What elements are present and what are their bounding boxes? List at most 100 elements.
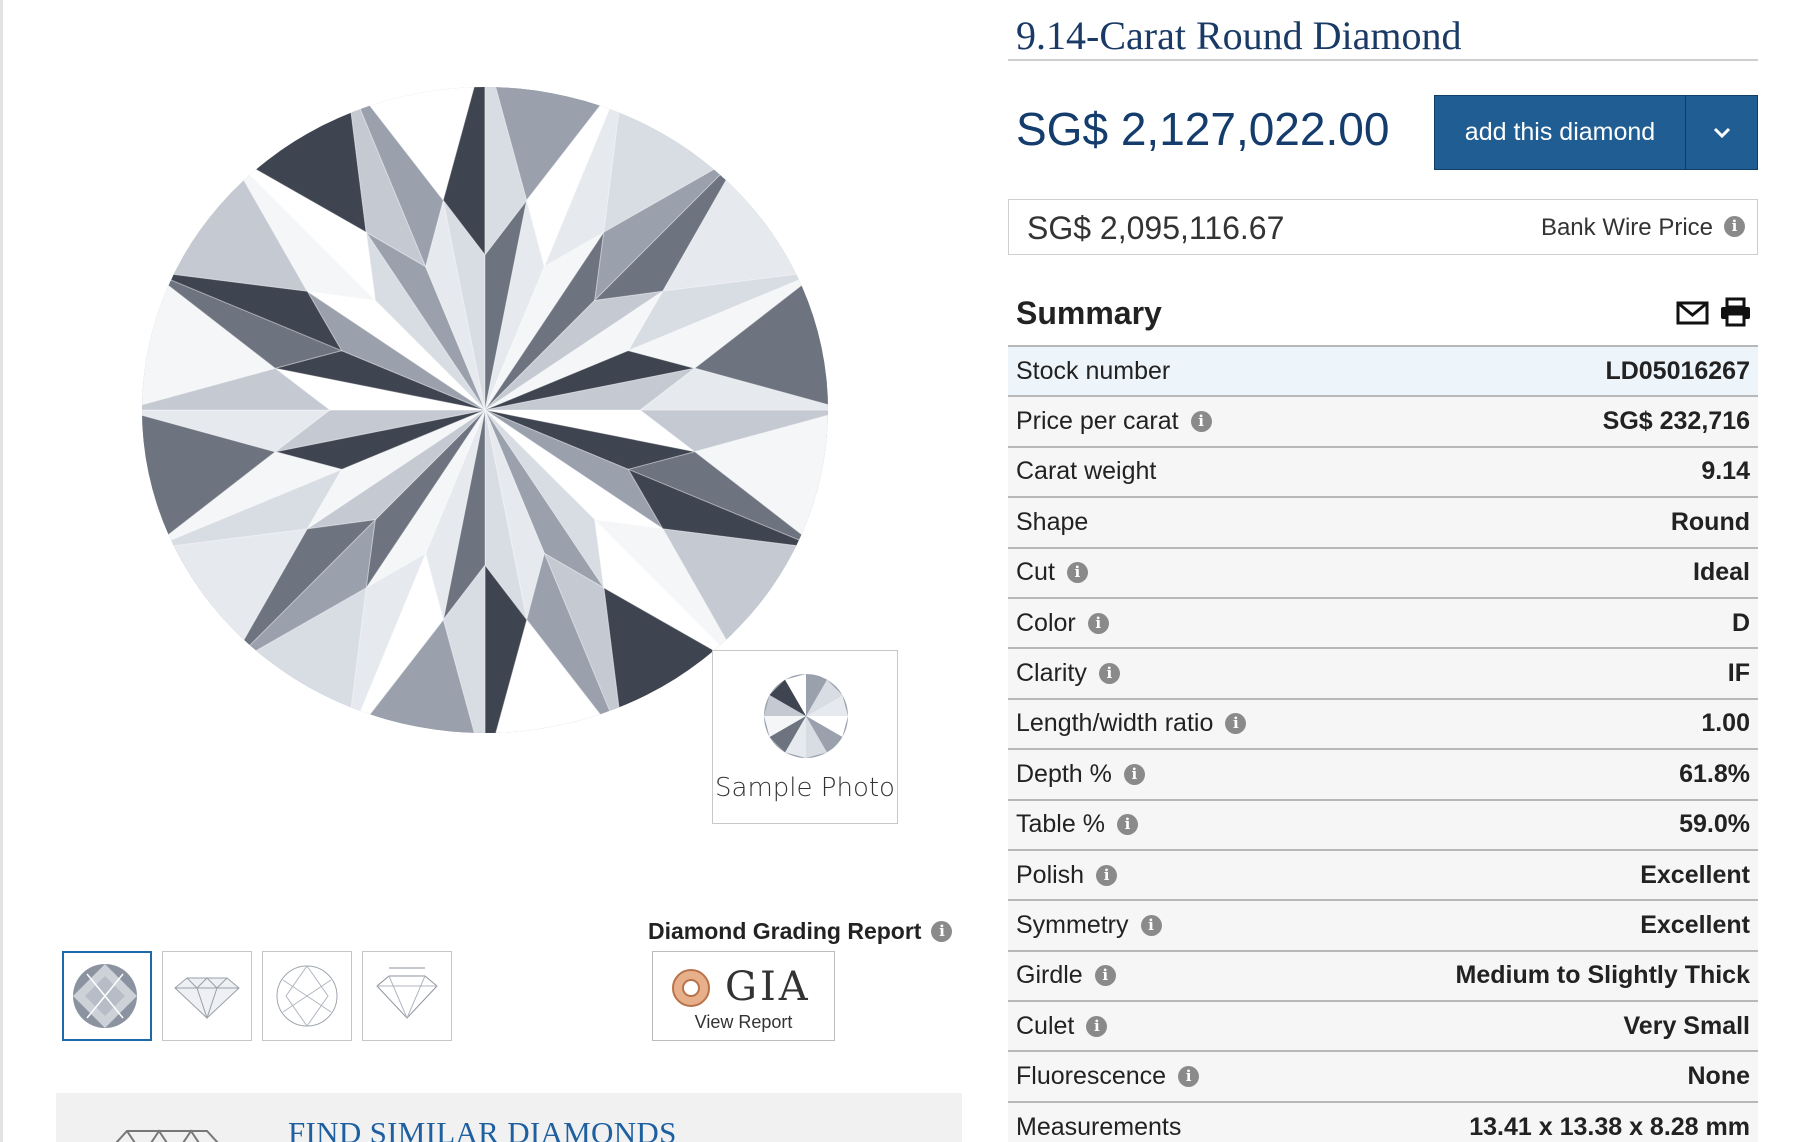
product-title: 9.14-Carat Round Diamond: [1016, 13, 1462, 58]
row-label: Table % i: [1016, 810, 1138, 839]
info-icon[interactable]: i: [1190, 411, 1212, 433]
row-value: IF: [1727, 659, 1750, 688]
info-icon[interactable]: i: [1094, 965, 1116, 987]
grading-report-title: Diamond Grading Report: [648, 918, 922, 944]
add-this-diamond-button[interactable]: add this diamond: [1435, 96, 1685, 169]
table-row: Measurements 13.41 x 13.38 x 8.28 mm: [1008, 1102, 1758, 1142]
summary-tools: [1676, 297, 1752, 327]
row-label: Color i: [1016, 609, 1109, 638]
row-label: Length/width ratio i: [1016, 709, 1247, 738]
row-label-text: Polish: [1016, 860, 1085, 889]
row-value: SG$ 232,716: [1602, 407, 1750, 436]
diamond-outline-icon: [115, 1129, 219, 1142]
print-icon[interactable]: [1719, 297, 1752, 327]
info-icon[interactable]: i: [1178, 1066, 1200, 1088]
info-icon[interactable]: i: [1225, 713, 1247, 735]
row-label: Stock number: [1016, 357, 1170, 386]
thumbnail-top-diagram[interactable]: [262, 951, 352, 1041]
email-icon[interactable]: [1676, 297, 1709, 327]
row-label-text: Symmetry: [1016, 910, 1129, 939]
diamond-top-diagram-icon: [276, 965, 338, 1027]
find-similar-link[interactable]: FIND SIMILAR DIAMONDS: [288, 1115, 677, 1142]
table-row: Symmetry i Excellent: [1008, 901, 1758, 952]
gia-report-button[interactable]: GIA View Report: [652, 951, 835, 1041]
page-left-border: [0, 0, 3, 1142]
row-value: 59.0%: [1679, 810, 1750, 839]
row-label-text: Shape: [1016, 507, 1089, 536]
row-label: Shape: [1016, 508, 1088, 537]
row-label-text: Culet: [1016, 1011, 1075, 1040]
sample-diamond-icon: [764, 674, 848, 758]
row-value: LD05016267: [1605, 356, 1750, 385]
row-label: Girdle i: [1016, 961, 1116, 990]
info-icon[interactable]: i: [931, 921, 953, 942]
table-row: Shape Round: [1008, 498, 1758, 549]
row-value: D: [1731, 608, 1750, 637]
row-value: Excellent: [1640, 860, 1750, 889]
table-row: Color i D: [1008, 598, 1758, 650]
chevron-down-icon: [1713, 127, 1730, 138]
row-label: Symmetry i: [1016, 911, 1162, 940]
table-row: Polish i Excellent: [1008, 850, 1758, 902]
diamond-main-photo: [140, 85, 830, 735]
bank-wire-amount: SG$ 2,095,116.67: [1027, 210, 1285, 246]
row-label-text: Stock number: [1016, 356, 1171, 385]
info-icon[interactable]: i: [1098, 663, 1120, 685]
table-row: Table % i 59.0%: [1008, 800, 1758, 851]
row-label-text: Price per carat: [1016, 407, 1179, 436]
row-label-text: Measurements: [1016, 1112, 1182, 1141]
table-row: Culet i Very Small: [1008, 1002, 1758, 1053]
row-label: Polish i: [1016, 860, 1118, 890]
info-icon[interactable]: i: [1724, 216, 1745, 237]
row-value: Ideal: [1693, 558, 1750, 587]
table-row: Clarity i IF: [1008, 649, 1758, 700]
row-value: Medium to Slightly Thick: [1455, 961, 1750, 990]
row-value: Round: [1670, 507, 1750, 536]
grading-report-heading: Diamond Grading Report i: [648, 918, 953, 945]
table-row: Length/width ratio i 1.00: [1008, 699, 1758, 751]
thumbnail-diamond-photo[interactable]: [62, 951, 152, 1041]
row-label: Price per carat i: [1016, 407, 1212, 436]
row-value: Excellent: [1640, 910, 1750, 939]
info-icon[interactable]: i: [1066, 562, 1088, 584]
summary-heading: Summary: [1016, 295, 1162, 331]
row-label-text: Depth %: [1016, 759, 1112, 788]
row-value: None: [1687, 1062, 1751, 1091]
add-options-dropdown[interactable]: [1686, 96, 1757, 169]
info-icon[interactable]: i: [1123, 763, 1145, 785]
thumbnail-strip: [62, 951, 452, 1041]
table-row: Cut i Ideal: [1008, 548, 1758, 599]
find-similar-banner[interactable]: FIND SIMILAR DIAMONDS: [56, 1093, 962, 1142]
info-icon[interactable]: i: [1116, 814, 1138, 836]
bank-wire-price-box: SG$ 2,095,116.67 Bank Wire Price i: [1008, 199, 1758, 255]
table-row: Price per carat i SG$ 232,716: [1008, 397, 1758, 448]
row-value: 9.14: [1701, 457, 1750, 486]
info-icon[interactable]: i: [1087, 612, 1109, 634]
gia-seal-icon: [672, 969, 710, 1007]
info-icon[interactable]: i: [1140, 914, 1162, 936]
row-label: Culet i: [1016, 1011, 1108, 1041]
bank-wire-label: Bank Wire Price: [1540, 214, 1713, 241]
table-row: Girdle i Medium to Slightly Thick: [1008, 951, 1758, 1003]
gia-logo: GIA: [725, 964, 811, 1010]
thumbnail-side-profile[interactable]: [162, 951, 252, 1041]
row-label-text: Carat weight: [1016, 457, 1157, 486]
table-row: Fluorescence i None: [1008, 1052, 1758, 1103]
row-value: Very Small: [1623, 1011, 1750, 1040]
title-divider: [1008, 59, 1758, 61]
add-diamond-button-group: add this diamond: [1434, 95, 1758, 170]
row-label: Cut i: [1016, 558, 1088, 587]
info-icon[interactable]: i: [1086, 1015, 1108, 1037]
row-label: Fluorescence i: [1016, 1062, 1200, 1091]
row-label: Depth % i: [1016, 760, 1145, 789]
row-label: Clarity i: [1016, 659, 1120, 688]
info-icon[interactable]: i: [1096, 864, 1118, 886]
view-report-link[interactable]: View Report: [653, 1012, 834, 1033]
row-label-text: Clarity: [1016, 659, 1087, 688]
table-row: Carat weight 9.14: [1008, 447, 1758, 499]
thumbnail-proportions[interactable]: [362, 951, 452, 1041]
sample-photo-badge: Sample Photo: [712, 650, 898, 824]
table-row: Stock number LD05016267: [1008, 347, 1758, 398]
row-label-text: Length/width ratio: [1016, 709, 1214, 738]
diamond-photo-icon: [73, 964, 137, 1028]
